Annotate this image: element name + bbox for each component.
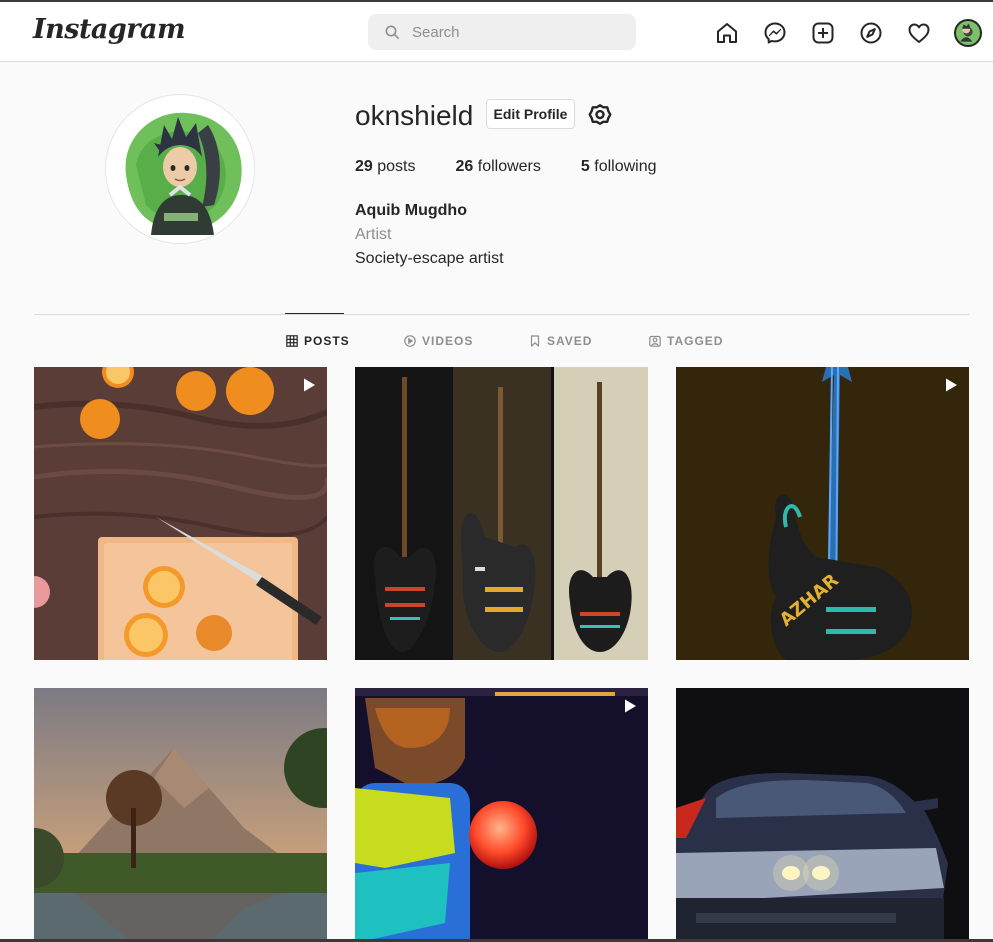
edit-profile-button[interactable]: Edit Profile [486, 99, 575, 129]
post-image: AZHAR [676, 367, 969, 660]
active-tab-indicator [285, 313, 344, 314]
tab-label: VIDEOS [422, 334, 474, 348]
new-post-icon[interactable] [810, 20, 836, 46]
stat-count: 29 [355, 158, 373, 175]
stat-label: following [594, 158, 657, 175]
video-play-icon [304, 378, 315, 392]
settings-gear-icon[interactable] [587, 101, 613, 127]
post-image [34, 688, 327, 939]
tabs-divider [34, 314, 969, 315]
app-window: Instagram Search oknshield Edit Profile … [0, 0, 993, 942]
post-tile-mountain[interactable] [34, 688, 327, 939]
profile-category: Artist [355, 226, 392, 243]
stat-following[interactable]: 5 following [581, 158, 657, 176]
tab-label: POSTS [304, 334, 350, 348]
post-image [355, 367, 648, 660]
stat-label: posts [377, 158, 416, 175]
profile-bio: Society-escape artist [355, 250, 504, 267]
explore-icon[interactable] [858, 20, 884, 46]
stat-followers[interactable]: 26 followers [456, 158, 541, 176]
tab-label: TAGGED [667, 334, 724, 348]
tab-tagged[interactable]: TAGGED [649, 334, 723, 348]
video-play-icon [946, 378, 957, 392]
activity-heart-icon[interactable] [906, 20, 932, 46]
post-tile-car[interactable] [676, 688, 969, 939]
tag-user-icon [649, 335, 661, 347]
messenger-icon[interactable] [762, 20, 788, 46]
tab-label: SAVED [547, 334, 593, 348]
post-image [355, 688, 648, 939]
video-icon [404, 335, 416, 347]
post-image [34, 367, 327, 660]
post-image [676, 688, 969, 939]
stat-posts[interactable]: 29 posts [355, 158, 416, 176]
bookmark-icon [530, 335, 540, 347]
post-tile-oranges[interactable] [34, 367, 327, 660]
profile-avatar[interactable] [105, 94, 255, 244]
search-box[interactable] [368, 14, 636, 50]
nav-icons [714, 19, 982, 47]
profile-avatar-small[interactable] [954, 19, 982, 47]
instagram-logo[interactable]: Instagram [33, 14, 186, 45]
post-tile-neon-guitar[interactable]: AZHAR [676, 367, 969, 660]
stat-count: 5 [580, 158, 590, 175]
stat-label: followers [477, 158, 541, 175]
tab-saved[interactable]: SAVED [529, 334, 592, 348]
video-play-icon [625, 699, 636, 713]
profile-full-name: Aquib Mugdho [355, 202, 467, 219]
top-nav-bar: Instagram [0, 2, 993, 62]
search-input[interactable] [412, 23, 612, 41]
grid-icon [286, 335, 298, 347]
post-tile-guitars[interactable] [355, 367, 648, 660]
search-icon [385, 25, 400, 40]
stat-count: 26 [455, 158, 474, 175]
home-icon[interactable] [714, 20, 740, 46]
tab-videos[interactable]: VIDEOS [404, 334, 473, 348]
profile-stats: 29 posts 26 followers 5 following [355, 158, 697, 176]
profile-username: oknshield [355, 100, 474, 131]
tab-posts[interactable]: POSTS [286, 334, 350, 348]
post-tile-robot-orb[interactable] [355, 688, 648, 939]
